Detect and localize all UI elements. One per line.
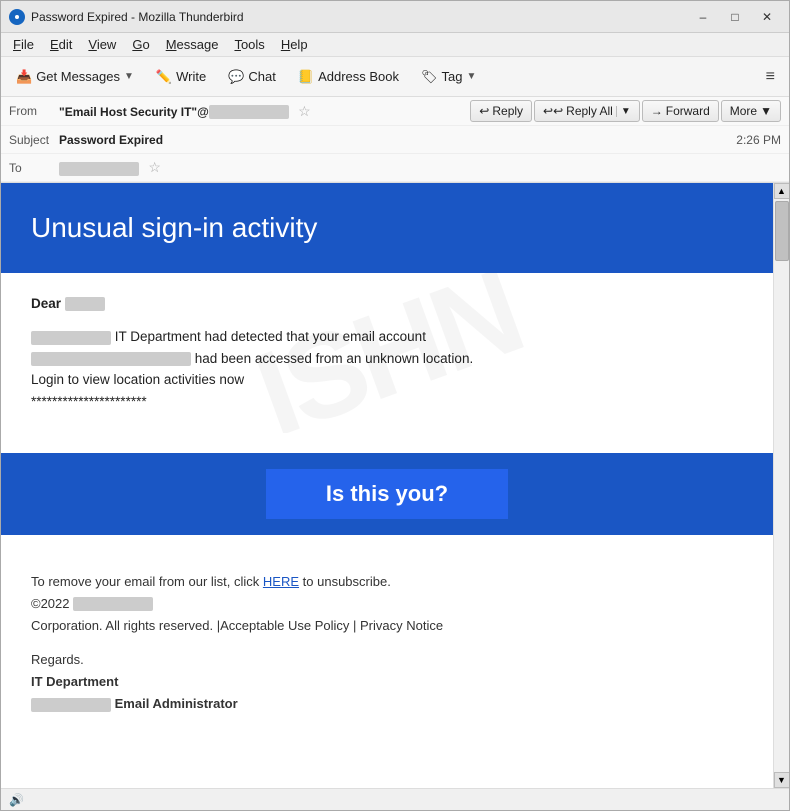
paragraph-2: had been accessed from an unknown locati… <box>31 348 743 370</box>
forward-button[interactable]: → Forward <box>642 100 719 122</box>
from-email-blurred <box>209 105 289 119</box>
get-messages-arrow: ▼ <box>124 71 134 82</box>
tag-icon: 🏷 <box>421 69 438 85</box>
dear-name-blurred <box>65 297 105 311</box>
reply-all-arrow[interactable]: ▼ <box>616 106 631 117</box>
from-value: "Email Host Security IT"@ ☆ <box>59 103 470 120</box>
chat-icon: 💬 <box>228 69 244 85</box>
more-arrow: ▼ <box>760 104 772 118</box>
dear-line: Dear <box>31 293 743 315</box>
company-name-blurred <box>31 331 111 345</box>
reply-all-button[interactable]: ↩↩ Reply All ▼ <box>534 100 640 122</box>
reply-icon: ↩ <box>479 104 489 118</box>
from-row: From "Email Host Security IT"@ ☆ ↩ Reply… <box>1 97 789 126</box>
maximize-button[interactable]: □ <box>721 7 749 27</box>
menu-bar: File Edit View Go Message Tools Help <box>1 33 789 57</box>
hamburger-menu[interactable]: ≡ <box>758 64 783 90</box>
to-row: To ☆ <box>1 154 789 182</box>
write-icon: ✏️ <box>156 69 172 85</box>
body-text: Dear IT Department had detected that you… <box>31 293 743 413</box>
status-icon: 🔊 <box>9 793 24 807</box>
reply-all-icon: ↩↩ <box>543 104 563 118</box>
paragraph-3: Login to view location activities now <box>31 369 743 391</box>
banner-title: Unusual sign-in activity <box>31 211 743 245</box>
tag-button[interactable]: 🏷 Tag ▼ <box>412 64 485 90</box>
to-email-blurred <box>59 162 139 176</box>
menu-help[interactable]: Help <box>273 35 316 54</box>
copyright-line: ©2022 <box>31 593 743 615</box>
menu-view[interactable]: View <box>80 35 124 54</box>
admin-name-blurred <box>31 698 111 712</box>
asterisks: ********************** <box>31 391 743 413</box>
email-content: Unusual sign-in activity ISHN Dear <box>1 183 773 735</box>
scrollbar[interactable]: ▲ ▼ <box>773 183 789 788</box>
email-timestamp: 2:26 PM <box>736 133 781 147</box>
thunderbird-window: Password Expired - Mozilla Thunderbird –… <box>0 0 790 811</box>
dear-label: Dear <box>31 296 65 311</box>
footer-post: to unsubscribe. <box>303 574 391 589</box>
menu-message[interactable]: Message <box>158 35 227 54</box>
address-book-icon: 📒 <box>298 69 314 85</box>
scroll-thumb[interactable] <box>775 201 789 261</box>
more-button[interactable]: More ▼ <box>721 100 781 122</box>
company-blurred <box>73 597 153 611</box>
toolbar: 📥 Get Messages ▼ ✏️ Write 💬 Chat 📒 Addre… <box>1 57 789 97</box>
email-scroll-area[interactable]: Unusual sign-in activity ISHN Dear <box>1 183 773 788</box>
menu-edit[interactable]: Edit <box>42 35 80 54</box>
unsubscribe-line: To remove your email from our list, clic… <box>31 571 743 593</box>
email-actions: ↩ Reply ↩↩ Reply All ▼ → Forward More ▼ <box>470 100 781 122</box>
footer-pre: To remove your email from our list, clic… <box>31 574 263 589</box>
dept-name: IT Department <box>31 671 743 693</box>
chat-button[interactable]: 💬 Chat <box>219 64 285 90</box>
admin-label: Email Administrator <box>115 696 238 711</box>
tag-arrow: ▼ <box>466 71 476 82</box>
from-star-icon[interactable]: ☆ <box>298 103 311 119</box>
to-label: To <box>9 161 59 175</box>
to-value: ☆ <box>59 159 781 176</box>
here-link[interactable]: HERE <box>263 574 299 589</box>
subject-value: Password Expired <box>59 133 728 147</box>
cta-inner[interactable]: Is this you? <box>266 469 508 519</box>
paragraph-1: IT Department had detected that your ema… <box>31 326 743 348</box>
menu-file[interactable]: File <box>5 35 42 54</box>
menu-tools[interactable]: Tools <box>226 35 272 54</box>
title-bar: Password Expired - Mozilla Thunderbird –… <box>1 1 789 33</box>
cta-section: Is this you? <box>1 453 773 535</box>
reply-button[interactable]: ↩ Reply <box>470 100 532 122</box>
close-button[interactable]: ✕ <box>753 7 781 27</box>
app-icon <box>9 9 25 25</box>
subject-row: Subject Password Expired 2:26 PM <box>1 126 789 154</box>
email-body-container: Unusual sign-in activity ISHN Dear <box>1 183 789 788</box>
from-name: "Email Host Security IT"@ <box>59 105 209 119</box>
email-account-blurred <box>31 352 191 366</box>
email-body: ISHN Dear IT Department had detected tha… <box>1 273 773 433</box>
admin-line: Email Administrator <box>31 693 743 715</box>
get-messages-icon: 📥 <box>16 69 32 85</box>
scroll-down-arrow[interactable]: ▼ <box>774 772 790 788</box>
forward-icon: → <box>651 104 663 118</box>
to-star-icon[interactable]: ☆ <box>148 159 161 175</box>
minimize-button[interactable]: – <box>689 7 717 27</box>
from-label: From <box>9 104 59 118</box>
regards-text: Regards. <box>31 649 743 671</box>
menu-go[interactable]: Go <box>124 35 157 54</box>
footer-section: To remove your email from our list, clic… <box>1 555 773 736</box>
regards-section: Regards. IT Department Email Administrat… <box>31 649 743 715</box>
scroll-up-arrow[interactable]: ▲ <box>774 183 790 199</box>
address-book-button[interactable]: 📒 Address Book <box>289 64 408 90</box>
email-banner: Unusual sign-in activity <box>1 183 773 273</box>
subject-label: Subject <box>9 133 59 147</box>
cta-text: Is this you? <box>326 481 448 506</box>
write-button[interactable]: ✏️ Write <box>147 64 215 90</box>
status-bar: 🔊 <box>1 788 789 810</box>
email-header: From "Email Host Security IT"@ ☆ ↩ Reply… <box>1 97 789 183</box>
window-controls: – □ ✕ <box>689 7 781 27</box>
window-title: Password Expired - Mozilla Thunderbird <box>31 10 689 24</box>
corporation-line: Corporation. All rights reserved. |Accep… <box>31 615 743 637</box>
get-messages-button[interactable]: 📥 Get Messages ▼ <box>7 64 143 90</box>
